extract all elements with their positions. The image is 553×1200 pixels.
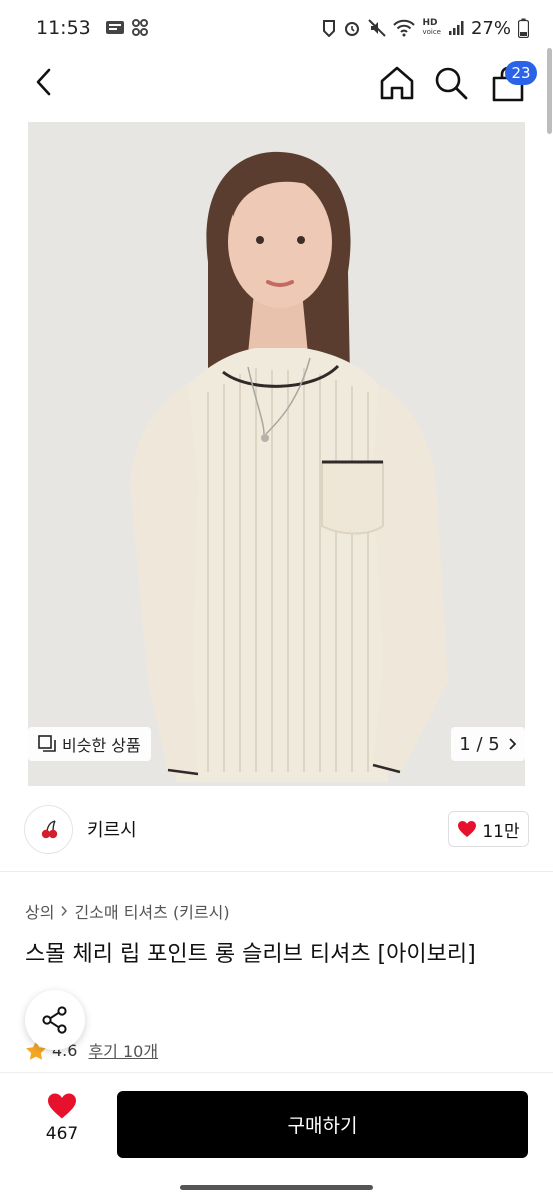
home-button[interactable] [378,64,416,102]
battery-icon [518,18,529,38]
message-app-icon [105,21,124,34]
breadcrumb: 상의 긴소매 티셔츠 (키르시) [25,899,230,923]
image-pager-text: 1 / 5 [459,733,500,755]
chevron-left-icon [36,68,51,96]
brand-row: 키르시 11만 [24,804,529,854]
copy-squares-icon [38,735,56,752]
brand-logo[interactable] [24,804,73,854]
like-button[interactable]: 467 [26,1092,98,1156]
divider [0,871,553,872]
chevron-right-icon [61,906,68,916]
similar-products-button[interactable]: 비슷한 상품 [28,727,151,761]
share-icon [42,1006,67,1034]
product-image[interactable] [28,122,525,786]
cart-count-badge: 23 [505,61,537,85]
system-home-indicator[interactable] [180,1185,373,1190]
grid-app-icon [131,19,148,36]
battery-percent: 27% [470,17,511,39]
status-time: 11:53 [36,17,91,39]
signal-icon [448,21,464,35]
breadcrumb-subcategory[interactable]: 긴소매 티셔츠 (키르시) [74,899,229,923]
product-title: 스몰 체리 립 포인트 롱 슬리브 티셔츠 [아이보리] [25,942,476,967]
brand-name[interactable]: 키르시 [87,816,137,842]
reviews-link[interactable]: 후기 10개 [88,1038,158,1062]
status-system-icons: HD voice 27% [322,18,529,39]
mute-icon [368,19,387,37]
search-icon [435,67,468,100]
image-pager-button[interactable]: 1 / 5 [451,727,525,761]
wifi-icon [393,19,416,37]
search-button[interactable] [432,64,470,102]
status-notification-icons [105,18,149,38]
like-count: 467 [45,1124,79,1144]
brand-like-button[interactable]: 11만 [448,811,529,847]
app-header [0,56,553,110]
cherry-icon [41,820,57,839]
breadcrumb-category[interactable]: 상의 [25,899,54,923]
lock-shield-icon [323,20,336,37]
product-photo-illustration [28,122,525,786]
hd-voice-indicator: HD voice [422,18,441,37]
buy-button[interactable]: 구매하기 [117,1091,528,1158]
back-button[interactable] [26,64,62,100]
home-icon [380,66,414,100]
status-bar: 11:53 HD voice 27% [0,0,553,56]
similar-products-label: 비슷한 상품 [62,736,141,755]
alarm-icon [345,22,360,36]
share-button[interactable] [25,990,85,1050]
bottom-bar-divider [0,1072,553,1073]
heart-icon [458,821,477,837]
brand-like-count: 11만 [482,821,520,842]
heart-icon [48,1093,76,1119]
chevron-right-icon [509,738,516,750]
scrollbar[interactable] [547,48,552,134]
